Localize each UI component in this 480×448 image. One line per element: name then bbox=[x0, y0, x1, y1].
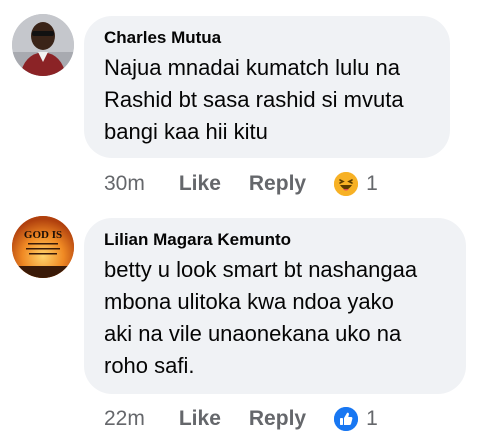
comment-timestamp[interactable]: 22m bbox=[104, 407, 145, 431]
comment-actions: 30m Like Reply 1 bbox=[104, 168, 378, 200]
like-button[interactable]: Like bbox=[179, 407, 221, 431]
avatar-sunset-image: GOD IS bbox=[12, 216, 74, 278]
comment-author[interactable]: Charles Mutua bbox=[104, 28, 430, 48]
like-button[interactable]: Like bbox=[179, 172, 221, 196]
comment-bubble: Lilian Magara Kemunto betty u look smart… bbox=[84, 218, 466, 394]
haha-icon[interactable] bbox=[334, 172, 359, 196]
like-icon[interactable] bbox=[334, 407, 359, 431]
avatar-photo bbox=[12, 14, 74, 76]
comment-timestamp[interactable]: 30m bbox=[104, 172, 145, 196]
comment-text: Najua mnadai kumatch lulu na Rashid bt s… bbox=[104, 55, 404, 144]
comment-author[interactable]: Lilian Magara Kemunto bbox=[104, 230, 446, 250]
avatar-text: GOD IS bbox=[24, 229, 62, 241]
comment-text: betty u look smart bt nashangaa mbona ul… bbox=[104, 257, 418, 378]
avatar[interactable] bbox=[12, 14, 74, 76]
reply-button[interactable]: Reply bbox=[249, 407, 306, 431]
reaction-count[interactable]: 1 bbox=[366, 172, 378, 196]
comment-actions: 22m Like Reply 1 bbox=[104, 403, 378, 435]
avatar[interactable]: GOD IS bbox=[12, 216, 74, 278]
reaction-count[interactable]: 1 bbox=[366, 407, 378, 431]
reply-button[interactable]: Reply bbox=[249, 172, 306, 196]
comment-bubble: Charles Mutua Najua mnadai kumatch lulu … bbox=[84, 16, 450, 158]
